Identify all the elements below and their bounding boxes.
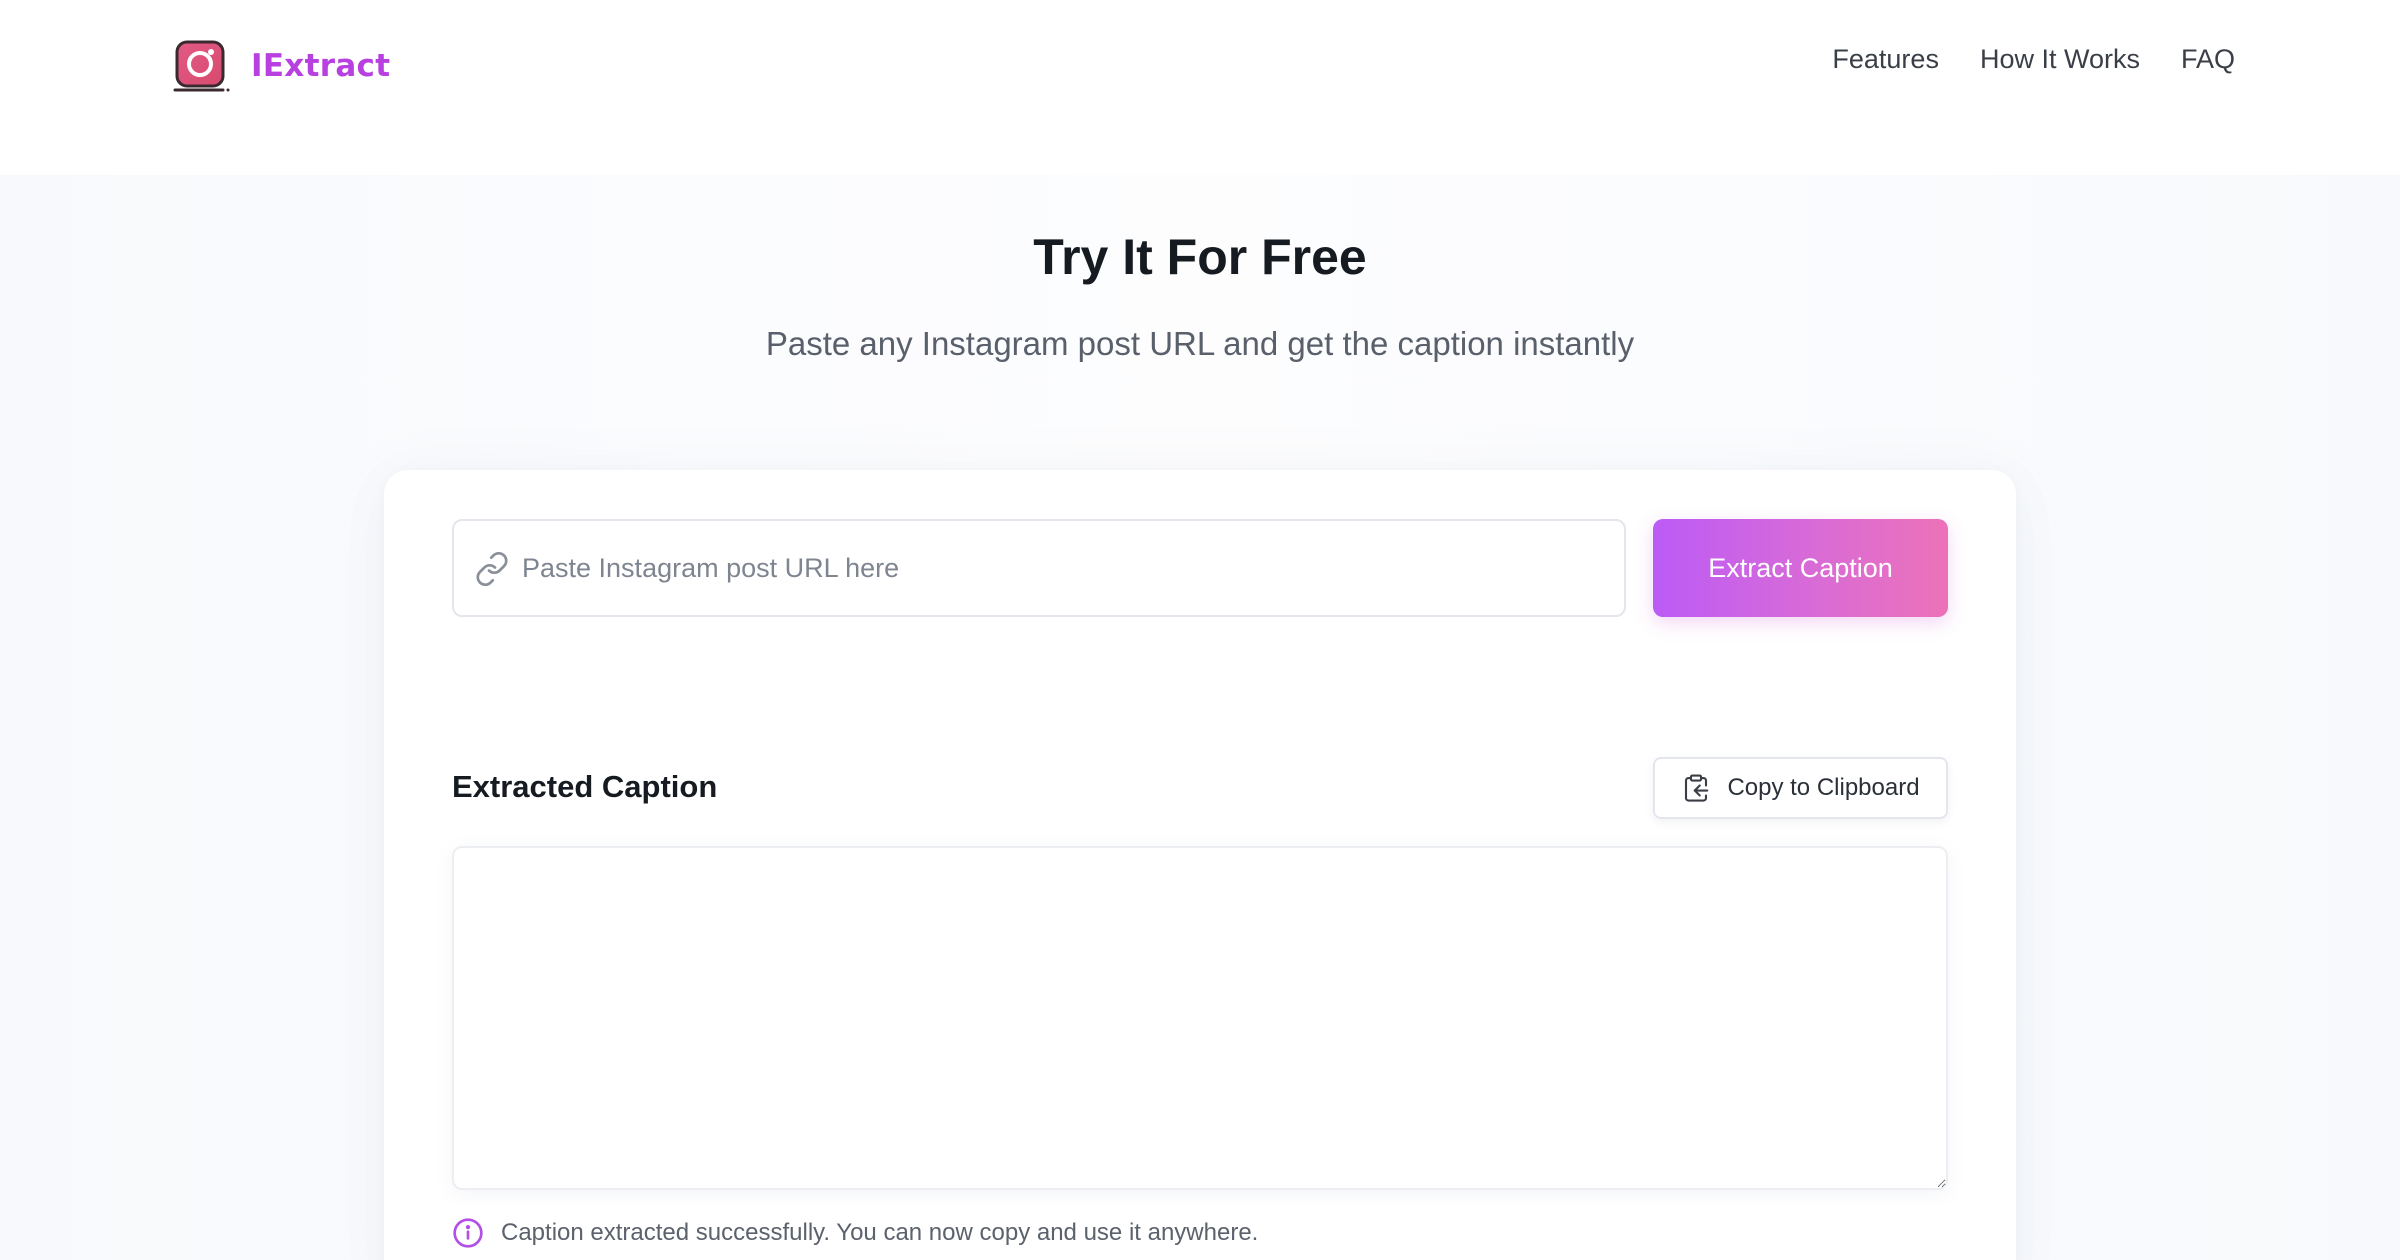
- info-icon: [453, 1218, 483, 1248]
- page: IExtract Features How It Works FAQ Try I…: [0, 0, 2400, 1260]
- instagram-camera-icon: [173, 40, 230, 92]
- extracted-caption-heading: Extracted Caption: [452, 769, 718, 804]
- hero-title: Try It For Free: [1033, 229, 1367, 285]
- status-text: Caption extracted successfully. You can …: [501, 1219, 1259, 1246]
- url-input-container: [452, 519, 1626, 617]
- status-message: Caption extracted successfully. You can …: [452, 1217, 1258, 1249]
- site-header: IExtract Features How It Works FAQ: [0, 0, 2400, 130]
- nav-link-how-it-works[interactable]: How It Works: [1980, 44, 2140, 75]
- link-icon: [476, 551, 508, 587]
- nav-link-features[interactable]: Features: [1832, 44, 1939, 75]
- extract-caption-button[interactable]: Extract Caption: [1653, 519, 1948, 617]
- brand-home-link[interactable]: IExtract: [173, 38, 390, 94]
- main-nav: Features How It Works FAQ: [1832, 44, 2235, 75]
- instagram-url-input[interactable]: [522, 521, 1612, 615]
- copy-button-label: Copy to Clipboard: [1727, 774, 1920, 801]
- clipboard-icon: [1685, 774, 1709, 802]
- nav-link-faq[interactable]: FAQ: [2181, 44, 2235, 75]
- copy-to-clipboard-button[interactable]: Copy to Clipboard: [1653, 757, 1948, 819]
- extracted-caption-textarea[interactable]: [452, 846, 1948, 1190]
- brand-name: IExtract: [251, 48, 391, 84]
- hero-subtitle: Paste any Instagram post URL and get the…: [765, 325, 1635, 362]
